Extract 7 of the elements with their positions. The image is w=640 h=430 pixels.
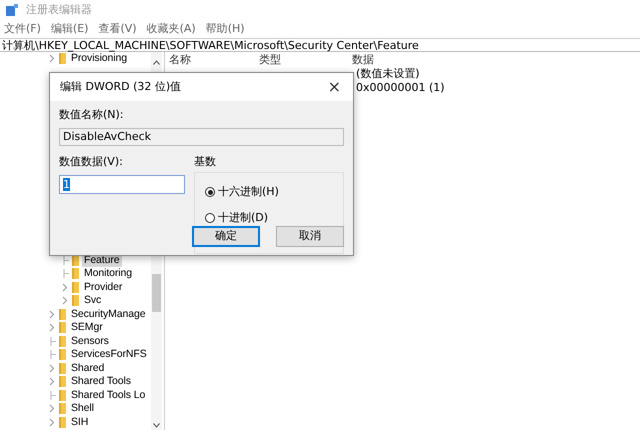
field-label: 数值名称(N): [59, 107, 125, 123]
group-label: 基数 [194, 154, 217, 170]
dialog-title: 编辑 DWORD (32 位)值 [60, 78, 182, 95]
window-title: 注册表编辑器 [26, 2, 92, 18]
value-data: 0x00000001 (1) [356, 81, 445, 94]
field-label: 数值数据(V): [59, 154, 124, 170]
value-data: (数值未设置) [356, 67, 420, 80]
